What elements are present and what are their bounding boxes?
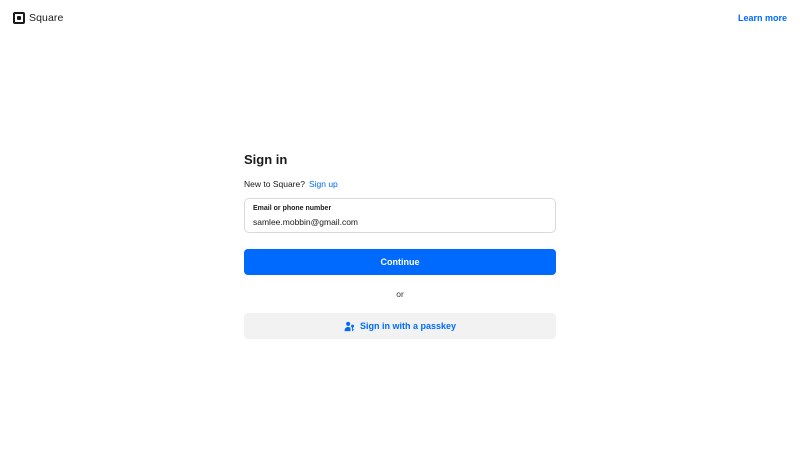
person-key-icon	[344, 321, 355, 331]
brand-name: Square	[29, 12, 64, 24]
sign-up-link[interactable]: Sign up	[309, 179, 338, 189]
brand-link[interactable]: Square	[13, 12, 63, 24]
continue-button[interactable]: Continue	[244, 249, 556, 275]
new-to-square-text: New to Square?	[244, 179, 305, 189]
passkey-button-label: Sign in with a passkey	[359, 321, 457, 331]
header: Square Learn more	[0, 0, 800, 38]
email-field[interactable]: Email or phone number	[244, 198, 556, 233]
sign-up-prompt: New to Square? Sign up	[244, 179, 556, 189]
passkey-button[interactable]: Sign in with a passkey	[244, 313, 556, 339]
or-divider: or	[396, 289, 404, 299]
page-title: Sign in	[244, 152, 288, 167]
learn-more-link[interactable]: Learn more	[738, 13, 787, 23]
sign-in-page: Square Learn more Sign in New to Square?…	[0, 0, 800, 450]
square-logo-icon	[13, 12, 25, 24]
sign-in-form: Sign in New to Square? Sign up Email or …	[244, 152, 556, 339]
email-field-label: Email or phone number	[253, 205, 332, 212]
email-input[interactable]	[253, 217, 547, 227]
